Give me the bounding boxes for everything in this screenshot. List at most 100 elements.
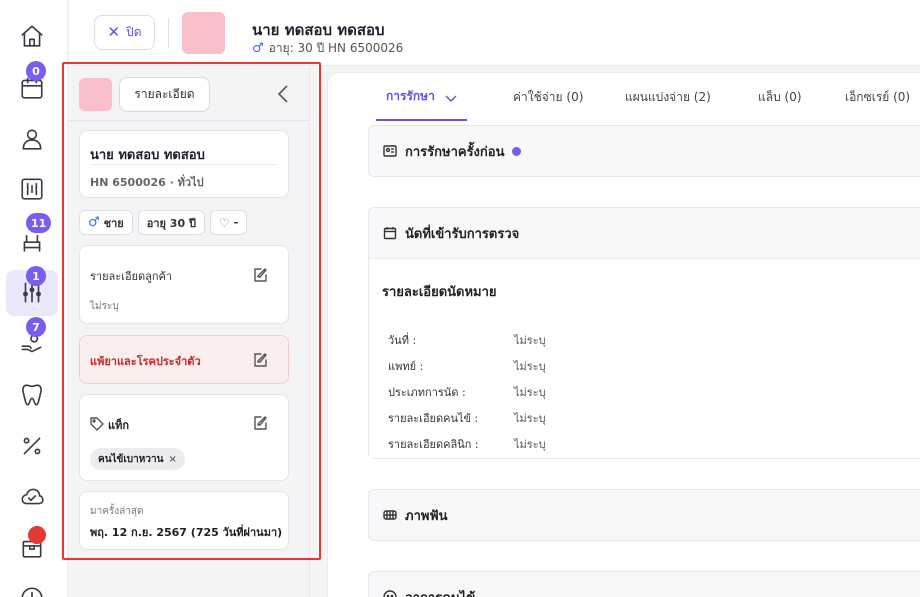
edit-icon: [254, 416, 267, 430]
rail-dental-tools[interactable]: 1: [6, 266, 58, 316]
edit-icon: [254, 353, 267, 367]
home-icon: [21, 25, 43, 47]
tab-expenses[interactable]: ค่าใช้จ่าย (0): [513, 73, 583, 121]
male-icon: ♂: [252, 41, 264, 56]
gender-chip: ♂ ชาย: [79, 210, 133, 235]
row-label: รายละเอียดคลินิก :: [388, 438, 479, 451]
rail-home[interactable]: [6, 13, 58, 59]
edit-customer-detail-button[interactable]: [252, 267, 268, 283]
appointment-details: รายละเอียดนัดหมาย วันที่ : ไม่ระบุ แพทย์…: [369, 258, 920, 458]
rail-calendar[interactable]: 0: [6, 61, 58, 111]
section-title: การรักษาครั้งก่อน: [405, 144, 505, 160]
user-icon: [22, 129, 42, 150]
tags-title: แท็ก: [108, 419, 130, 432]
main-content: การรักษา ค่าใช้จ่าย (0) แผนแบ่งจ่าย (2) …: [327, 72, 920, 597]
patient-subtitle: ♂ อายุ: 30 ปี HN 6500026: [252, 39, 403, 58]
rail-history[interactable]: [6, 575, 58, 597]
detail-button[interactable]: รายละเอียด: [119, 77, 210, 112]
row-label: รายละเอียดคนไข้ :: [388, 412, 479, 425]
teeth-icon: [383, 510, 397, 520]
teeth-image-section[interactable]: ภาพฟัน: [368, 489, 920, 541]
tooth-icon: [22, 384, 42, 406]
row-value: ไม่ระบุ: [514, 386, 546, 399]
edit-allergy-button[interactable]: [252, 352, 268, 368]
appointment-row: รายละเอียดคลินิก : ไม่ระบุ: [388, 435, 546, 453]
tag-pill[interactable]: คนไข้เบาหวาน ×: [90, 448, 185, 470]
tab-treatment[interactable]: การรักษา: [376, 73, 467, 121]
row-value: ไม่ระบุ: [514, 334, 546, 347]
treatment-badge: 11: [26, 213, 52, 233]
customer-detail-value: ไม่ระบุ: [90, 301, 119, 312]
row-value: ไม่ระบุ: [514, 438, 546, 451]
symptoms-section[interactable]: อาการคนไข้: [368, 571, 920, 597]
customer-detail-card: รายละเอียดลูกค้า ไม่ระบุ: [79, 245, 289, 324]
rail-discount[interactable]: [6, 423, 58, 469]
panel-avatar: [79, 78, 112, 111]
section-header[interactable]: นัดที่เข้ารับการตรวจ: [383, 208, 519, 258]
appointment-row: วันที่ : ไม่ระบุ: [388, 331, 546, 349]
patient-summary-card: นาย ทดสอบ ทดสอบ HN 6500026 · ทั่วไป: [79, 130, 289, 198]
panel-patient-name: นาย ทดสอบ ทดสอบ: [90, 148, 205, 163]
last-visit-card: มาครั้งล่าสุด พฤ. 12 ก.ย. 2567 (725 วันท…: [79, 491, 289, 550]
rail-cloud[interactable]: [6, 474, 58, 520]
chart-board-icon: [21, 178, 43, 200]
male-icon: ♂: [88, 215, 100, 230]
edit-icon: [254, 268, 267, 282]
patient-avatar: [182, 12, 225, 54]
allergy-card: แพ้ยาและโรคประจำตัว: [79, 335, 289, 384]
section-title: อาการคนไข้: [405, 587, 475, 597]
section-header: การรักษาครั้งก่อน: [383, 126, 522, 176]
face-icon: [383, 590, 397, 597]
panel-header: รายละเอียด: [68, 67, 310, 121]
rail-chart[interactable]: [6, 166, 58, 212]
appointment-section: นัดที่เข้ารับการตรวจ รายละเอียดนัดหมาย ว…: [368, 207, 920, 459]
rail-tooth[interactable]: [6, 372, 58, 418]
previous-treatment-section[interactable]: การรักษาครั้งก่อน: [368, 125, 920, 177]
last-visit-value: พฤ. 12 ก.ย. 2567 (725 วันที่ผ่านมา): [90, 526, 283, 539]
appointment-row: รายละเอียดคนไข้ : ไม่ระบุ: [388, 409, 546, 427]
row-label: วันที่ :: [388, 334, 417, 347]
remove-tag-icon[interactable]: ×: [168, 454, 176, 465]
age-chip: อายุ 30 ปี: [137, 210, 205, 235]
health-value: -: [233, 216, 239, 229]
cloud-check-icon: [21, 488, 44, 505]
last-visit-label: มาครั้งล่าสุด: [90, 506, 144, 517]
tag-label: คนไข้เบาหวาน: [98, 453, 164, 465]
divider: [90, 164, 278, 165]
divider: [168, 18, 169, 48]
close-icon: ✕: [107, 23, 121, 41]
gender-label: ชาย: [103, 216, 124, 230]
row-value: ไม่ระบุ: [514, 412, 546, 425]
clock-icon: [21, 587, 43, 597]
appointment-row: แพทย์ : ไม่ระบุ: [388, 357, 546, 375]
rail-payment[interactable]: 7: [6, 317, 58, 367]
rail-treatment[interactable]: 11: [6, 213, 58, 263]
tab-lab[interactable]: แล็บ (0): [758, 73, 802, 121]
collapse-panel-button[interactable]: [273, 83, 293, 105]
id-card-icon: [383, 145, 397, 157]
patient-chips: ♂ ชาย อายุ 30 ปี ♡ -: [79, 210, 248, 235]
percent-icon: [23, 437, 41, 455]
section-title: ภาพฟัน: [405, 508, 448, 524]
tab-xray[interactable]: เอ็กซเรย์ (0): [845, 73, 910, 121]
rail-patients[interactable]: [6, 116, 58, 162]
health-chip[interactable]: ♡ -: [209, 210, 248, 235]
tab-installment[interactable]: แผนแบ่งจ่าย (2): [625, 73, 711, 121]
row-label: ประเภทการนัด :: [388, 386, 466, 399]
section-header: อาการคนไข้: [383, 572, 475, 597]
calendar-badge: 0: [26, 61, 46, 81]
rail-inventory[interactable]: [6, 524, 58, 570]
tab-bar: การรักษา ค่าใช้จ่าย (0) แผนแบ่งจ่าย (2) …: [328, 73, 920, 123]
hn-line: HN 6500026 · ทั่วไป: [90, 176, 204, 189]
chevron-down-icon: [445, 92, 457, 102]
dental-tools-badge: 1: [26, 266, 46, 286]
appointment-title: รายละเอียดนัดหมาย: [382, 285, 497, 300]
tab-label: การรักษา: [386, 88, 435, 103]
edit-tags-button[interactable]: [252, 415, 268, 431]
calendar-icon: [383, 227, 397, 240]
age-hn: อายุ: 30 ปี HN 6500026: [268, 41, 404, 55]
close-button[interactable]: ✕ ปิด: [94, 15, 155, 50]
tags-card: แท็ก คนไข้เบาหวาน ×: [79, 394, 289, 481]
section-title: นัดที่เข้ารับการตรวจ: [405, 226, 520, 242]
chevron-left-icon: [277, 85, 288, 103]
